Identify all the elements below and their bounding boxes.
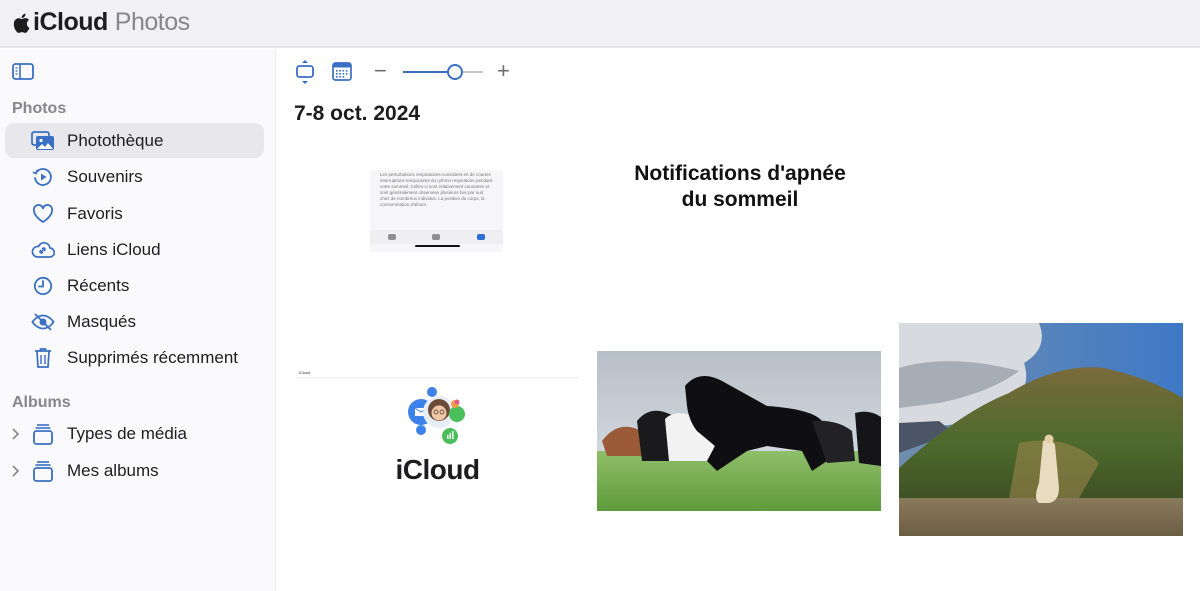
sidebar-item-label: Liens iCloud xyxy=(67,239,161,259)
horses-photo-image xyxy=(597,351,881,511)
sidebar-item-label: Mes albums xyxy=(67,460,159,480)
sidebar-item-label: Supprimés récemment xyxy=(67,347,239,367)
sidebar-toggle-icon[interactable] xyxy=(12,63,34,80)
sidebar-item-label: Souvenirs xyxy=(67,166,143,186)
screenshot-tabbar xyxy=(370,230,503,244)
photo-thumbnail[interactable]: Notifications d'apnée du sommeil xyxy=(600,150,880,225)
section-title-albums: Albums xyxy=(12,394,71,411)
sidebar-item-recents[interactable]: Récents xyxy=(5,268,264,303)
sidebar-item-mes-albums[interactable]: Mes albums xyxy=(5,453,264,488)
sidebar-item-label: Récents xyxy=(67,275,130,295)
app-header: iCloud Photos xyxy=(0,0,1200,48)
photo-thumbnail[interactable]: Les perturbations respiratoires consiste… xyxy=(370,170,503,252)
chevron-right-icon[interactable] xyxy=(10,464,20,478)
screenshot-header: iCloud xyxy=(296,370,579,378)
sidebar-item-masques[interactable]: Masqués xyxy=(5,304,264,339)
home-indicator xyxy=(415,245,460,247)
sidebar: Photos Photothèque Souvenirs Favoris Lie… xyxy=(0,50,276,591)
album-stack-icon xyxy=(31,422,55,446)
section-title-photos: Photos xyxy=(12,100,67,117)
photo-thumbnail[interactable] xyxy=(597,351,881,511)
screenshot-wordmark: iCloud xyxy=(395,454,480,485)
clock-icon xyxy=(31,274,55,298)
photo-thumbnail[interactable]: iCloud iCloud xyxy=(296,370,579,490)
zoom-out-button[interactable]: − xyxy=(374,58,387,84)
chevron-right-icon[interactable] xyxy=(10,427,20,441)
calendar-grid-icon[interactable] xyxy=(332,62,352,81)
sidebar-item-liens-icloud[interactable]: Liens iCloud xyxy=(5,232,264,267)
sidebar-item-label: Types de média xyxy=(67,423,188,443)
aspect-ratio-icon[interactable] xyxy=(295,59,315,85)
heart-icon xyxy=(31,202,55,226)
eye-slash-icon xyxy=(31,310,55,334)
sidebar-item-label: Masqués xyxy=(67,311,136,331)
screenshot-title-line1: Notifications d'apnée xyxy=(634,162,846,185)
sidebar-item-label: Favoris xyxy=(67,203,123,223)
date-heading: 7-8 oct. 2024 xyxy=(294,102,421,125)
zoom-slider-knob[interactable] xyxy=(447,64,463,80)
sidebar-item-supprimes[interactable]: Supprimés récemment xyxy=(5,340,264,375)
toolbar: − + xyxy=(277,50,1200,94)
icloud-link-icon xyxy=(31,238,55,262)
sidebar-item-favoris[interactable]: Favoris xyxy=(5,196,264,231)
icloud-apps-cluster-image xyxy=(408,387,465,444)
sidebar-item-types-de-media[interactable]: Types de média xyxy=(5,416,264,451)
brand-icloud: iCloud xyxy=(33,8,108,36)
screenshot-title-line2: du sommeil xyxy=(681,188,799,211)
app-brand[interactable]: iCloud Photos xyxy=(12,8,190,37)
apple-logo-icon xyxy=(13,13,30,33)
album-stack-icon xyxy=(31,459,55,483)
sidebar-item-souvenirs[interactable]: Souvenirs xyxy=(5,159,264,194)
zoom-in-button[interactable]: + xyxy=(497,58,510,84)
screenshot-text: Les perturbations respiratoires consiste… xyxy=(380,172,493,207)
trash-icon xyxy=(31,346,55,370)
memories-icon xyxy=(31,165,55,189)
photo-library-icon xyxy=(31,129,55,153)
photo-thumbnail[interactable] xyxy=(899,323,1183,536)
zoom-slider[interactable] xyxy=(403,64,483,80)
sidebar-item-phototheque[interactable]: Photothèque xyxy=(5,123,264,158)
mountain-woman-photo-image xyxy=(899,323,1183,536)
brand-photos: Photos xyxy=(114,8,190,36)
sidebar-item-label: Photothèque xyxy=(67,130,164,150)
